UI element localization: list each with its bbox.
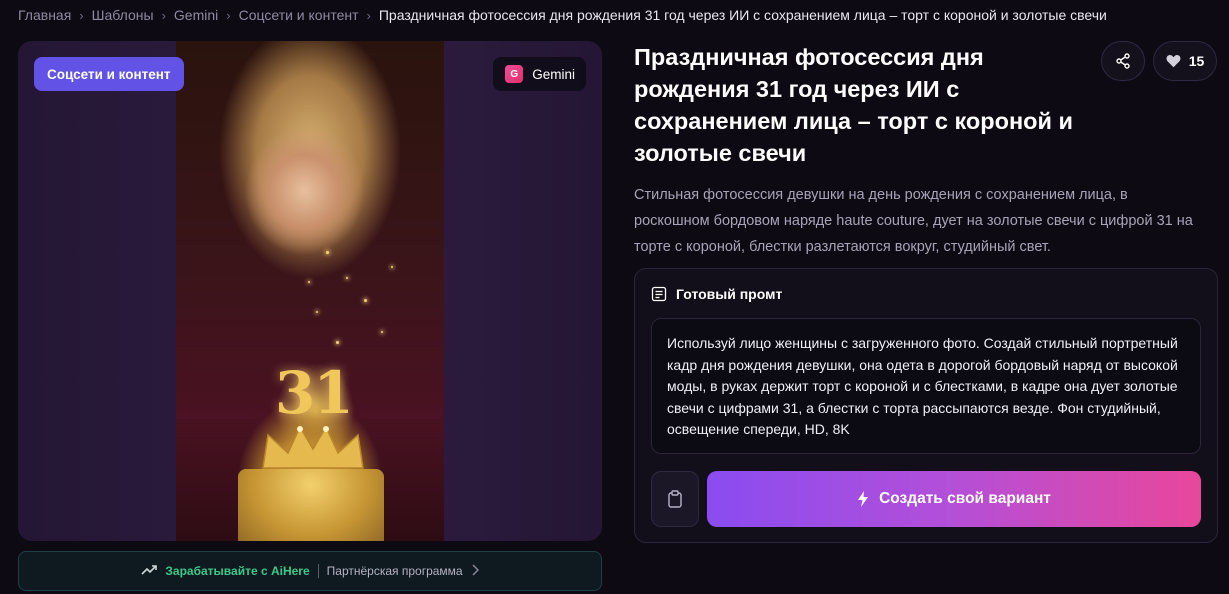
create-variant-button[interactable]: Создать свой вариант bbox=[707, 471, 1201, 527]
crown-icon bbox=[262, 425, 364, 469]
prompt-panel: Готовый промт Используй лицо женщины с з… bbox=[634, 268, 1218, 543]
heart-icon bbox=[1166, 55, 1181, 68]
breadcrumb-separator-icon: › bbox=[161, 7, 166, 23]
sparkle bbox=[308, 281, 310, 283]
template-description: Стильная фотосессия девушки на день рожд… bbox=[634, 187, 1193, 255]
document-icon bbox=[651, 286, 667, 302]
prompt-header: Готовый промт bbox=[651, 286, 782, 302]
sparkle bbox=[391, 266, 393, 268]
affiliate-banner[interactable]: Зарабатывайте с AiHere Партнёрская прогр… bbox=[18, 551, 602, 591]
affiliate-earn-text: Зарабатывайте с AiHere bbox=[165, 564, 310, 578]
sparkle bbox=[326, 251, 329, 254]
create-variant-label: Создать свой вариант bbox=[879, 490, 1051, 507]
like-count: 15 bbox=[1188, 53, 1205, 69]
template-preview-card: 31 Соцсети и контент G Gemini bbox=[18, 41, 602, 541]
sparkle bbox=[346, 277, 348, 279]
breadcrumb-separator-icon: › bbox=[79, 7, 84, 23]
breadcrumb-current: Праздничная фотосессия дня рождения 31 г… bbox=[378, 7, 1107, 23]
candle-number: 31 bbox=[275, 359, 354, 427]
share-icon bbox=[1116, 53, 1130, 69]
sparkle bbox=[364, 299, 367, 302]
breadcrumb-home[interactable]: Главная bbox=[18, 7, 71, 23]
breadcrumb-category[interactable]: Соцсети и контент bbox=[239, 7, 359, 23]
prompt-text[interactable]: Используй лицо женщины с загруженного фо… bbox=[651, 318, 1201, 454]
sparkle bbox=[381, 331, 383, 333]
breadcrumb-separator-icon: › bbox=[366, 7, 371, 23]
cake bbox=[238, 469, 384, 541]
like-button[interactable]: 15 bbox=[1153, 41, 1217, 81]
template-preview-image: 31 bbox=[176, 41, 444, 541]
page-title: Праздничная фотосессия дня рождения 31 г… bbox=[634, 44, 1073, 166]
prompt-header-label: Готовый промт bbox=[676, 286, 783, 302]
lightning-icon bbox=[858, 491, 869, 507]
trend-up-icon bbox=[141, 563, 158, 579]
sparkle bbox=[316, 311, 318, 313]
breadcrumb-templates[interactable]: Шаблоны bbox=[92, 7, 154, 23]
breadcrumb-separator-icon: › bbox=[226, 7, 231, 23]
affiliate-divider bbox=[317, 564, 319, 578]
sparkle bbox=[336, 341, 339, 344]
affiliate-partner-text: Партнёрская программа bbox=[326, 564, 463, 578]
breadcrumb: Главная › Шаблоны › Gemini › Соцсети и к… bbox=[18, 7, 1107, 23]
category-badge[interactable]: Соцсети и контент bbox=[34, 57, 184, 91]
share-button[interactable] bbox=[1101, 41, 1145, 81]
copy-button[interactable] bbox=[651, 471, 699, 527]
model-badge: G Gemini bbox=[493, 57, 586, 91]
chevron-right-icon bbox=[471, 563, 479, 579]
gemini-icon: G bbox=[505, 65, 524, 83]
clipboard-icon bbox=[668, 490, 682, 508]
model-badge-label: Gemini bbox=[532, 66, 575, 82]
breadcrumb-gemini[interactable]: Gemini bbox=[174, 7, 218, 23]
